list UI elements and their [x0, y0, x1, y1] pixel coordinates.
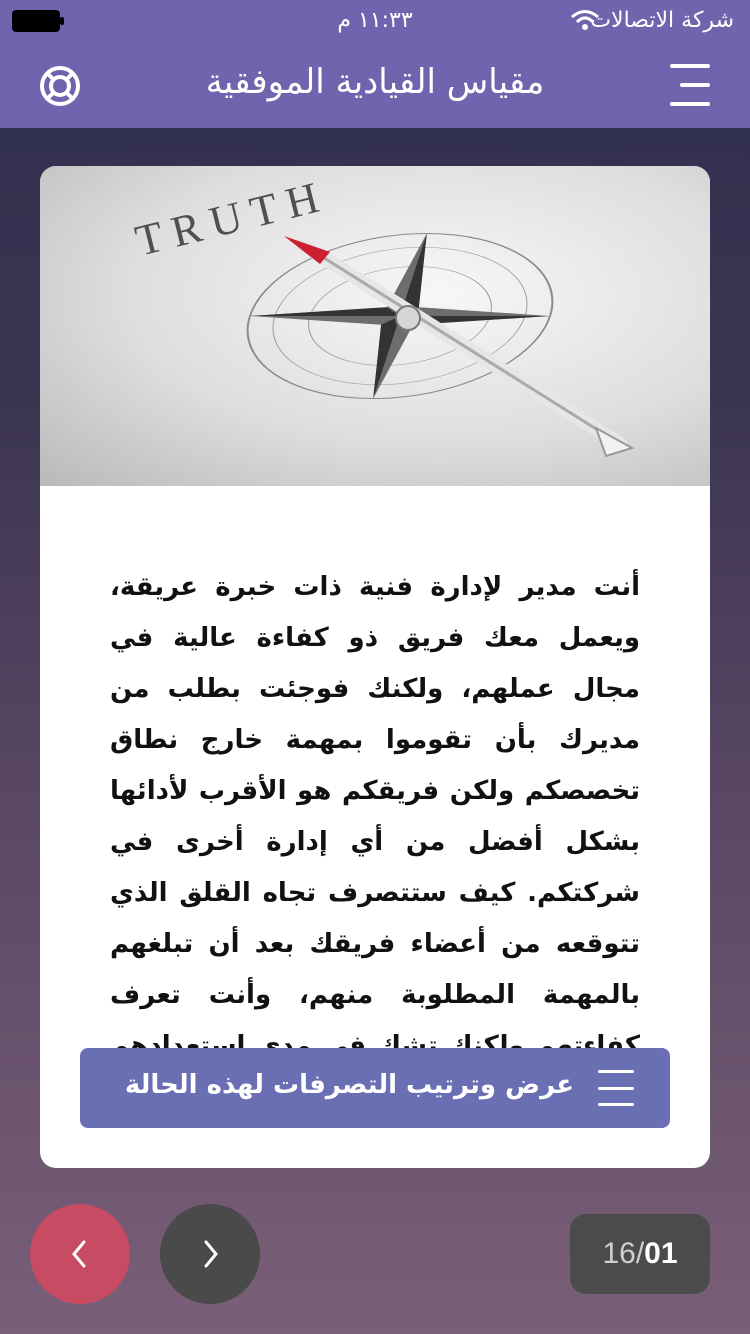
- show-and-rank-actions-button[interactable]: عرض وترتيب التصرفات لهذه الحالة: [80, 1048, 670, 1128]
- status-bar: ١١:٣٣ م شركة الاتصالات: [0, 0, 750, 40]
- previous-button[interactable]: [30, 1204, 130, 1304]
- page-separator: /: [635, 1237, 645, 1270]
- page-title: مقياس القيادية الموفقية: [205, 62, 545, 102]
- chevron-left-icon: [72, 1240, 86, 1268]
- chevron-right-icon: [204, 1240, 218, 1268]
- compass-illustration: TRUTH: [131, 171, 635, 458]
- list-icon: [598, 1070, 634, 1106]
- question-card: TRUTH أنت مدير لإدارة فنية ذات خبرة عريق…: [40, 166, 710, 1168]
- hamburger-menu-icon[interactable]: [666, 64, 710, 106]
- question-text: أنت مدير لإدارة فنية ذات خبرة عريقة، ويع…: [110, 572, 640, 1112]
- header: مقياس القيادية الموفقية: [0, 40, 750, 128]
- total-pages: 16: [602, 1237, 636, 1270]
- page-counter: 16/01: [570, 1214, 710, 1294]
- current-page: 01: [644, 1237, 678, 1270]
- compass-image: TRUTH: [40, 166, 710, 486]
- next-button[interactable]: [160, 1204, 260, 1304]
- carrier-name: شركة الاتصالات: [590, 8, 734, 33]
- action-button-label: عرض وترتيب التصرفات لهذه الحالة: [124, 1070, 574, 1100]
